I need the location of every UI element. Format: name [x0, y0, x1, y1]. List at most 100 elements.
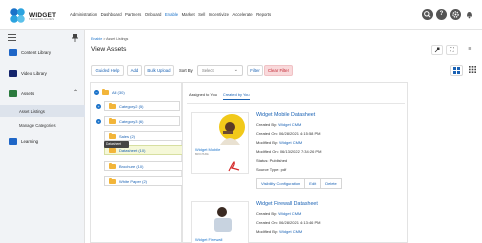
folder-icon [109, 177, 116, 184]
tab-assigned-to-you[interactable]: Assigned to You [189, 92, 217, 100]
asset-thumbnail[interactable]: Widget Mobile BROCHURE [191, 112, 249, 174]
folder-icon [109, 132, 116, 139]
sidebar-item-label: Assets [21, 91, 35, 96]
grid-view-icon[interactable] [466, 65, 479, 76]
pin-page-button[interactable] [431, 45, 443, 55]
person-image-icon [219, 114, 245, 145]
nav-dashboard[interactable]: Dashboard [101, 12, 122, 17]
content-library-icon [9, 49, 17, 56]
asset-title[interactable]: Widget Firewall Datasheet [256, 201, 318, 207]
folder-icon [102, 88, 109, 95]
tree-node-box[interactable]: Category2 (5) [104, 101, 180, 111]
chevron-down-icon: ⌄ [233, 67, 238, 73]
folder-icon [109, 162, 116, 169]
top-bar: WIDGET TECHNOLOGIES Administration Dashb… [0, 0, 482, 30]
tree-node[interactable]: + Category3 (6) [96, 116, 180, 126]
brand-logo[interactable]: WIDGET TECHNOLOGIES [9, 6, 67, 24]
tree-node[interactable]: + Category2 (5) [96, 101, 180, 111]
page-title: View Assets [91, 46, 127, 53]
tree-node-label: Category2 (5) [119, 103, 144, 109]
expand-icon[interactable]: ⛶ [446, 45, 458, 55]
tree-node-label: Category3 (6) [119, 118, 144, 124]
nav-administration[interactable]: Administration [70, 12, 97, 17]
modified-on: Modified On: 06/13/2022 7:34:26 PM [256, 149, 322, 154]
category-tree: − All (30) + Category2 (5) + Category3 (… [90, 82, 184, 243]
sidebar-item-content-library[interactable]: Content Library [0, 45, 85, 60]
asset-actions: Visibility Configuration Edit Delete [256, 178, 342, 189]
nav-enable[interactable]: Enable [165, 12, 178, 17]
tab-divider [187, 103, 405, 104]
collapse-icon[interactable]: − [94, 89, 99, 95]
add-button[interactable]: Add [127, 65, 142, 76]
tree-node-label: White Paper (2) [119, 178, 148, 184]
sort-by-value: Select [202, 68, 214, 73]
sort-by-label: Sort By [179, 68, 193, 73]
expand-node-icon[interactable]: + [96, 118, 101, 124]
status: Status: Published [256, 158, 288, 163]
sidebar-item-label: Content Library [21, 50, 52, 55]
sort-by-select[interactable]: Select ⌄ [197, 65, 243, 76]
sidebar-item-label: Learning [21, 139, 39, 144]
sidebar-item-learning[interactable]: Learning [0, 134, 85, 149]
thumbnail-subtitle: BROCHURE [195, 153, 209, 156]
logo-mark-icon [10, 7, 25, 23]
nav-incentivize[interactable]: Incentivize [209, 12, 229, 17]
tree-node[interactable]: White Paper (2) [104, 176, 184, 186]
chevron-up-icon[interactable]: ⌃ [73, 89, 78, 96]
tree-node-label: All (30) [112, 89, 125, 95]
learning-icon [9, 138, 17, 145]
toolbar: Guided Help Add Bulk Upload Sort By Sele… [90, 65, 480, 77]
sidebar-subitem-manage-categories[interactable]: Manage Categories [0, 119, 85, 131]
modified-by: Modified By: Widget CMM [256, 229, 303, 234]
brand-tagline: TECHNOLOGIES [29, 18, 55, 21]
bell-icon[interactable] [464, 9, 475, 20]
nav-market[interactable]: Market [182, 12, 195, 17]
asset-card: Widget Firewall Widget Firewall Datashee… [191, 201, 406, 243]
delete-button[interactable]: Delete [320, 178, 342, 189]
created-on: Created On: 06/28/2021 4:15:58 PM [256, 131, 321, 136]
tree-root[interactable]: − All (30) [94, 87, 125, 97]
nav-reports[interactable]: Reports [256, 12, 271, 17]
tree-node[interactable]: Sales (2) [104, 131, 184, 141]
sidebar: Content Library Video Library Assets ⌃ A… [0, 30, 85, 243]
tree-node-box[interactable]: Category3 (6) [104, 116, 180, 126]
assets-icon [9, 90, 17, 97]
list-view-icon[interactable] [450, 65, 463, 76]
tooltip: Datasheet [104, 141, 129, 148]
nav-onboard[interactable]: Onboard [145, 12, 162, 17]
modified-by: Modified By: Widget CMM [256, 140, 303, 145]
gear-icon[interactable] [450, 9, 461, 20]
breadcrumb-current: Asset Listings [106, 37, 129, 41]
visibility-configuration-button[interactable]: Visibility Configuration [256, 178, 306, 189]
header-icons: ? [422, 9, 475, 20]
asset-thumbnail[interactable]: Widget Firewall [191, 201, 249, 243]
nav-sell[interactable]: Sell [198, 12, 205, 17]
sidebar-item-video-library[interactable]: Video Library [0, 66, 85, 81]
sidebar-item-assets[interactable]: Assets ⌃ [0, 86, 85, 101]
tab-created-by-you[interactable]: Created by You [222, 92, 250, 100]
asset-card: Widget Mobile BROCHURE Widget Mobile Dat… [191, 112, 406, 196]
guided-help-button[interactable]: Guided Help [91, 65, 124, 76]
bulk-upload-button[interactable]: Bulk Upload [144, 65, 174, 76]
tree-node-label: Datasheet (10) [119, 147, 146, 153]
breadcrumb-root[interactable]: Enable [91, 37, 102, 41]
source-type: Source Type: pdf [256, 167, 287, 172]
expand-node-icon[interactable]: + [96, 103, 101, 109]
thumbnail-title: Widget Mobile [195, 147, 221, 152]
asset-title[interactable]: Widget Mobile Datasheet [256, 112, 315, 118]
nav-partners[interactable]: Partners [125, 12, 141, 17]
menu-list-icon[interactable]: ≡ [464, 45, 476, 55]
pin-icon[interactable] [72, 34, 78, 44]
search-icon[interactable] [422, 9, 433, 20]
clear-filter-button[interactable]: Clear Filter [264, 65, 293, 76]
filter-button[interactable]: Filter [247, 65, 263, 76]
menu-icon[interactable] [8, 34, 16, 41]
sidebar-header [8, 34, 78, 43]
nav-accelerate[interactable]: Accelerate [232, 12, 252, 17]
edit-button[interactable]: Edit [304, 178, 322, 189]
sidebar-subitem-asset-listings[interactable]: Asset Listings [0, 105, 85, 117]
tree-node-label: Brochure (10) [119, 163, 144, 169]
help-icon[interactable]: ? [436, 9, 447, 20]
tree-node-label: Sales (2) [119, 133, 136, 139]
tree-node[interactable]: Brochure (10) [104, 161, 184, 171]
